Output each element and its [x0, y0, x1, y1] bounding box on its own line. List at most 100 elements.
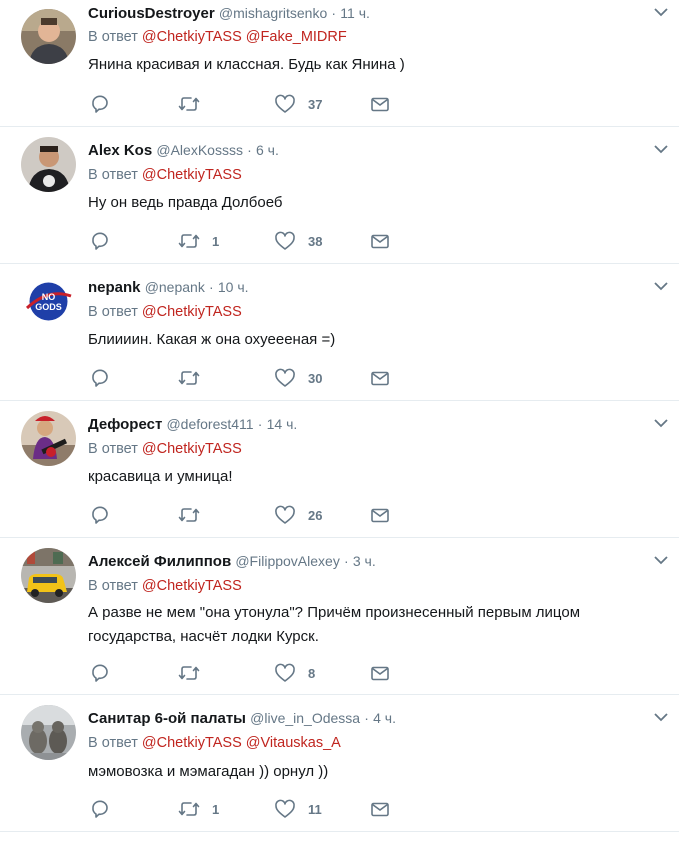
reply-context: В ответ @ChetkiyTASS [88, 439, 242, 459]
tweet-header: Дефорест @deforest411 · 14 ч. [88, 414, 639, 434]
avatar[interactable] [21, 137, 76, 192]
retweet-icon [178, 802, 200, 816]
author-name[interactable]: Alex Kos [88, 142, 152, 159]
avatar[interactable]: NO GODS [21, 274, 76, 329]
reply-prefix: В ответ [88, 441, 138, 457]
mention-link[interactable]: @Vitauskas_A [246, 735, 341, 751]
timestamp[interactable]: 10 ч. [218, 279, 249, 295]
reply-context: В ответ @ChetkiyTASS [88, 302, 242, 322]
tweet[interactable]: Алексей Филиппов @FilippovAlexey · 3 ч. … [0, 539, 679, 695]
mention-link[interactable]: @ChetkiyTASS [142, 304, 242, 320]
action-bar: 37 [90, 93, 410, 115]
author-handle[interactable]: @mishagritsenko [219, 5, 327, 21]
direct-message-button[interactable] [370, 662, 390, 684]
retweet-button[interactable] [178, 367, 212, 389]
author-name[interactable]: Алексей Филиппов [88, 553, 231, 570]
author-handle[interactable]: @AlexKossss [156, 142, 243, 158]
retweet-button[interactable] [178, 504, 212, 526]
replies-feed: CuriousDestroyer @mishagritsenko · 11 ч.… [0, 0, 679, 841]
retweet-button[interactable]: 1 [178, 798, 219, 820]
separator: · [257, 416, 263, 432]
avatar[interactable] [21, 411, 76, 466]
author-handle[interactable]: @FilippovAlexey [235, 553, 339, 569]
action-bar: 8 [90, 662, 410, 684]
mention-link[interactable]: @ChetkiyTASS [142, 441, 242, 457]
timestamp[interactable]: 11 ч. [340, 5, 370, 21]
direct-message-button[interactable] [370, 93, 390, 115]
tweet[interactable]: Санитар 6-ой палаты @live_in_Odessa · 4 … [0, 696, 679, 832]
author-name[interactable]: nepank [88, 279, 141, 296]
author-name[interactable]: CuriousDestroyer [88, 5, 215, 22]
timestamp[interactable]: 14 ч. [267, 416, 298, 432]
reply-icon [92, 232, 108, 250]
like-button[interactable]: 26 [274, 504, 322, 526]
avatar[interactable] [21, 705, 76, 760]
reply-button[interactable] [90, 798, 110, 820]
author-name[interactable]: Дефорест [88, 416, 162, 433]
reply-button[interactable] [90, 93, 110, 115]
reply-prefix: В ответ [88, 29, 138, 45]
chevron-down-icon[interactable] [653, 417, 669, 429]
tweet-header: Alex Kos @AlexKossss · 6 ч. [88, 140, 639, 160]
like-button[interactable]: 37 [274, 93, 322, 115]
direct-message-button[interactable] [370, 230, 390, 252]
reply-context: В ответ @ChetkiyTASS @Fake_MIDRF [88, 27, 347, 47]
like-button[interactable]: 11 [274, 798, 322, 820]
reply-button[interactable] [90, 230, 110, 252]
direct-message-button[interactable] [370, 504, 390, 526]
mention-link[interactable]: @ChetkiyTASS [142, 735, 242, 751]
mention-link[interactable]: @Fake_MIDRF [246, 29, 347, 45]
envelope-icon [371, 234, 389, 249]
chevron-down-icon[interactable] [653, 6, 669, 18]
retweet-button[interactable]: 1 [178, 230, 219, 252]
author-handle[interactable]: @nepank [145, 279, 205, 295]
reply-button[interactable] [90, 367, 110, 389]
author-handle[interactable]: @live_in_Odessa [250, 710, 360, 726]
retweet-button[interactable] [178, 662, 212, 684]
avatar[interactable] [21, 9, 76, 64]
like-button[interactable]: 8 [274, 662, 315, 684]
retweet-count: 1 [212, 801, 220, 817]
timestamp[interactable]: 4 ч. [373, 710, 396, 726]
action-bar: 1 11 [90, 798, 410, 820]
heart-icon [275, 368, 295, 387]
author-name[interactable]: Санитар 6-ой палаты [88, 710, 246, 727]
chevron-down-icon[interactable] [653, 554, 669, 566]
reply-prefix: В ответ [88, 304, 138, 320]
timestamp[interactable]: 6 ч. [256, 142, 279, 158]
like-button[interactable]: 38 [274, 230, 322, 252]
tweet[interactable]: NO GODS nepank @nepank · 10 ч. В ответ @C… [0, 265, 679, 401]
avatar[interactable] [21, 548, 76, 603]
svg-text:NO: NO [42, 292, 56, 302]
retweet-button[interactable] [178, 93, 212, 115]
tweet[interactable]: Alex Kos @AlexKossss · 6 ч. В ответ @Che… [0, 128, 679, 264]
direct-message-button[interactable] [370, 798, 390, 820]
tweet-header: Санитар 6-ой палаты @live_in_Odessa · 4 … [88, 708, 639, 728]
mention-link[interactable]: @ChetkiyTASS [142, 578, 242, 594]
like-button[interactable]: 30 [274, 367, 322, 389]
reply-button[interactable] [90, 504, 110, 526]
reply-prefix: В ответ [88, 735, 138, 751]
reply-icon [92, 95, 108, 113]
retweet-icon [178, 508, 200, 522]
tweet[interactable]: Дефорест @deforest411 · 14 ч. В ответ @C… [0, 402, 679, 538]
timestamp[interactable]: 3 ч. [353, 553, 376, 569]
direct-message-button[interactable] [370, 367, 390, 389]
like-count: 30 [308, 370, 323, 386]
tweet-text: Янина красивая и классная. Будь как Янин… [88, 56, 405, 73]
reply-context: В ответ @ChetkiyTASS [88, 576, 242, 596]
tweet-text: А разве не мем "она утонула"? Причём про… [88, 604, 581, 645]
chevron-down-icon[interactable] [653, 711, 669, 723]
mention-link[interactable]: @ChetkiyTASS [142, 29, 242, 45]
tweet[interactable]: CuriousDestroyer @mishagritsenko · 11 ч.… [0, 0, 679, 127]
author-handle[interactable]: @deforest411 [166, 416, 253, 432]
mention-link[interactable]: @ChetkiyTASS [142, 167, 242, 183]
chevron-down-icon[interactable] [653, 143, 669, 155]
reply-context: В ответ @ChetkiyTASS @Vitauskas_A [88, 733, 341, 753]
reply-button[interactable] [90, 662, 110, 684]
envelope-icon [371, 802, 389, 817]
reply-icon [92, 800, 108, 818]
chevron-down-icon[interactable] [653, 280, 669, 292]
envelope-icon [371, 666, 389, 681]
separator: · [331, 5, 337, 21]
